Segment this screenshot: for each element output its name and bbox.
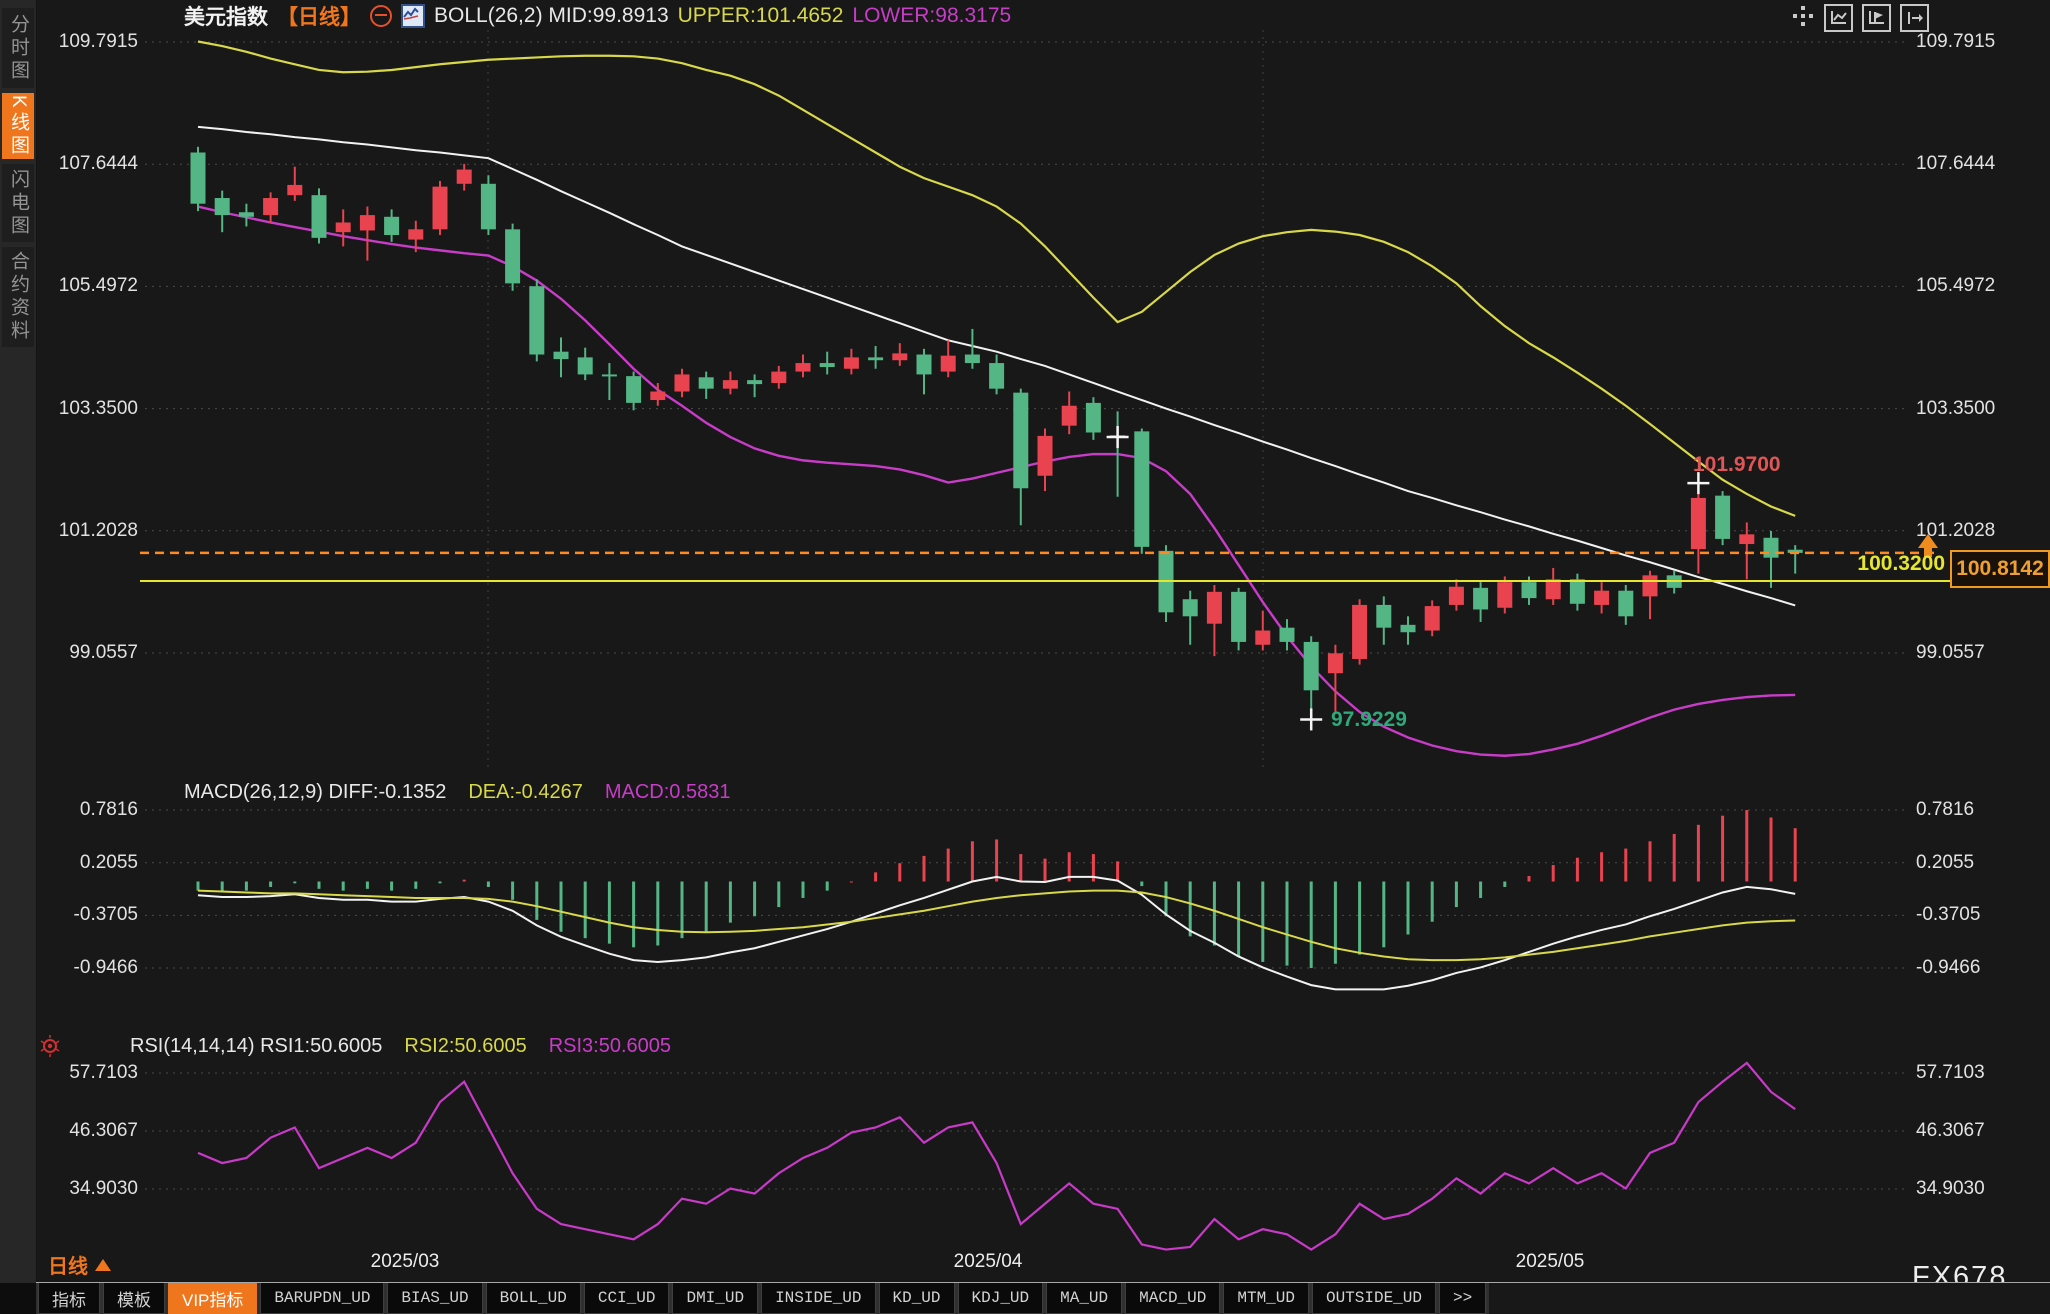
tab-kdj-ud[interactable]: KDJ_UD [958,1283,1044,1314]
sidebar-item-flash-chart[interactable]: 闪电图 [2,164,34,242]
period-tag[interactable]: 【日线】 [277,1,361,31]
rsi-axis-tick-left: 57.7103 [28,1062,138,1084]
move-crosshair-icon[interactable] [1790,4,1815,28]
x-axis-label: 2025/04 [933,1251,1043,1273]
boll-upper-label: UPPER:101.4652 [678,4,844,28]
last-price-box[interactable]: 100.8142 [1950,550,2050,588]
tab-kd-ud[interactable]: KD_UD [879,1283,955,1314]
main-axis-tick-left: 99.0557 [28,642,138,664]
macd-axis-tick-left: 0.7816 [28,799,138,821]
rsi-header: RSI(14,14,14) RSI1:50.6005 RSI2:50.6005 … [130,1035,671,1058]
rsi2-label: RSI2:50.6005 [404,1035,526,1058]
main-axis-tick-right: 103.3500 [1916,398,2026,420]
main-axis-tick-left: 105.4972 [28,275,138,297]
main-axis-tick-right: 109.7915 [1916,31,2026,53]
tab-barupdn-ud[interactable]: BARUPDN_UD [260,1283,384,1314]
x-axis-label: 2025/05 [1495,1251,1605,1273]
tab-mtm-ud[interactable]: MTM_UD [1223,1283,1309,1314]
chart-toolbar [1790,4,1929,32]
chevron-up-icon [95,1259,111,1271]
tab--[interactable]: >> [1439,1283,1486,1314]
tab-boll-ud[interactable]: BOLL_UD [486,1283,581,1314]
zoom-out-circle-icon[interactable] [370,5,392,27]
axes-chart-icon[interactable] [1824,4,1853,32]
main-axis-tick-left: 101.2028 [28,520,138,542]
period-selector-label: 日线 [48,1250,88,1279]
macd-axis-tick-right: 0.7816 [1916,799,2026,821]
macd-axis-tick-left: 0.2055 [28,852,138,874]
main-axis-tick-left: 103.3500 [28,398,138,420]
tab-macd-ud[interactable]: MACD_UD [1125,1283,1220,1314]
period-selector[interactable]: 日线 [48,1250,111,1279]
sidebar-item-label: K线图 [6,95,30,158]
chart-canvas[interactable] [0,0,2050,1314]
macd-axis-tick-left: -0.3705 [28,904,138,926]
macd-axis-tick-right: -0.3705 [1916,904,2026,926]
main-axis-tick-left: 109.7915 [28,31,138,53]
rsi-axis-tick-left: 46.3067 [28,1120,138,1142]
macd-diff-label: MACD(26,12,9) DIFF:-0.1352 [184,781,446,804]
tab-模板[interactable]: 模板 [103,1283,165,1314]
chart-header: 美元指数 【日线】 BOLL(26,2) MID:99.8913 UPPER:1… [184,3,1011,29]
sidebar-item-label: 闪电图 [6,169,30,238]
pane-exit-icon[interactable] [1900,4,1929,32]
tab-ma-ud[interactable]: MA_UD [1046,1283,1122,1314]
tab-bias-ud[interactable]: BIAS_UD [387,1283,482,1314]
sidebar-item-kline-chart[interactable]: K线图 [2,93,34,159]
macd-axis-tick-right: -0.9466 [1916,957,2026,979]
tab-vip指标[interactable]: VIP指标 [168,1283,257,1314]
rsi-axis-tick-right: 57.7103 [1916,1062,2026,1084]
swing-high-label: 101.9700 [1693,453,1781,477]
main-axis-tick-right: 101.2028 [1916,520,2026,542]
rsi-axis-tick-left: 34.9030 [28,1178,138,1200]
tab-dmi-ud[interactable]: DMI_UD [672,1283,758,1314]
macd-value-label: MACD:0.5831 [605,781,731,804]
rsi-axis-tick-right: 46.3067 [1916,1120,2026,1142]
boll-indicator-label: BOLL(26,2) MID:99.8913 [434,4,669,28]
app-root: 分时图 K线图 闪电图 合约资料 美元指数 【日线】 BOLL(26,2) MI… [0,0,2050,1314]
main-axis-tick-right: 105.4972 [1916,275,2026,297]
tab-cci-ud[interactable]: CCI_UD [584,1283,670,1314]
tab-outside-ud[interactable]: OUTSIDE_UD [1312,1283,1436,1314]
rsi1-label: RSI(14,14,14) RSI1:50.6005 [130,1035,382,1058]
tab-指标[interactable]: 指标 [38,1283,100,1314]
macd-dea-label: DEA:-0.4267 [468,781,583,804]
swing-low-label: 97.9229 [1331,708,1407,732]
flag-chart-icon[interactable] [1862,4,1891,32]
bottom-left-corner [0,1283,36,1314]
rsi-axis-tick-right: 34.9030 [1916,1178,2026,1200]
tab-bar-filler [1489,1283,2050,1314]
macd-axis-tick-left: -0.9466 [28,957,138,979]
main-axis-tick-left: 107.6444 [28,153,138,175]
mini-line-chart-icon[interactable] [401,4,425,28]
boll-lower-label: LOWER:98.3175 [852,4,1011,28]
macd-axis-tick-right: 0.2055 [1916,852,2026,874]
tab-inside-ud[interactable]: INSIDE_UD [761,1283,875,1314]
x-axis-label: 2025/03 [350,1251,460,1273]
symbol-title: 美元指数 [184,1,268,31]
sidebar-item-label: 分时图 [6,14,30,83]
indicator-tab-bar: 指标模板VIP指标BARUPDN_UDBIAS_UDBOLL_UDCCI_UDD… [36,1282,2050,1314]
macd-header: MACD(26,12,9) DIFF:-0.1352 DEA:-0.4267 M… [184,781,730,804]
main-axis-tick-right: 107.6444 [1916,153,2026,175]
alert-line-label: 100.3200 [1790,552,1945,576]
rsi3-label: RSI3:50.6005 [549,1035,671,1058]
rsi-alarm-icon[interactable] [38,1034,62,1063]
last-price-value: 100.8142 [1956,557,2044,581]
main-axis-tick-right: 99.0557 [1916,642,2026,664]
sidebar-item-label: 合约资料 [6,251,30,343]
